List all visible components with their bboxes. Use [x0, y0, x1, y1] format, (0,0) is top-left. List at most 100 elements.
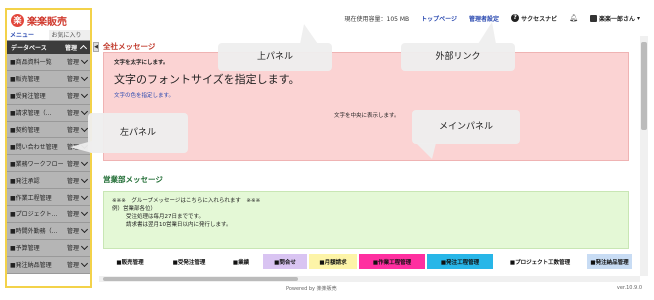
chevron-down-icon[interactable]: [80, 209, 89, 217]
nav-button[interactable]: ■受発注管理: [159, 254, 219, 269]
success-navi-label: サクセスナビ: [521, 15, 558, 23]
nav-button[interactable]: ■発注工程管理: [427, 254, 493, 269]
chevron-down-icon[interactable]: [80, 158, 89, 166]
sidebar-item-label: ■時間外勤務（…: [10, 228, 58, 236]
sidebar-item-label: ■契約管理: [10, 127, 40, 134]
sidebar-item-label: ■請求管理（…: [10, 110, 52, 118]
manage-link[interactable]: 管理: [67, 74, 79, 83]
manage-link[interactable]: 管理: [67, 125, 79, 134]
sidebar-item[interactable]: ■予算管理 管理: [7, 239, 90, 257]
chevron-down-icon[interactable]: [80, 74, 89, 82]
chevron-down-icon[interactable]: [80, 192, 89, 200]
sidebar-item[interactable]: ■業務ワークフロー 管理: [7, 155, 90, 173]
manage-link[interactable]: 管理: [67, 209, 79, 218]
vertical-scroll-thumb[interactable]: [641, 42, 647, 130]
bottom-nav: ■販売管理 ■受発注管理 ■業績 ■問合せ ■月額請求 ■作業工程管理 ■発注工…: [103, 254, 632, 269]
sidebar-item[interactable]: ■発注納品管理 管理: [7, 256, 90, 274]
manage-link[interactable]: 管理: [67, 226, 79, 235]
nav-button[interactable]: ■プロジェクト工数管理: [495, 254, 585, 269]
user-menu[interactable]: 楽楽一郎さん ▾: [589, 14, 640, 23]
app-logo[interactable]: 楽 楽楽販売: [7, 10, 90, 30]
success-navi-link[interactable]: ? サクセスナビ: [511, 14, 557, 23]
company-message-centered: 文字を中央に表示します。: [334, 113, 400, 119]
chevron-down-icon[interactable]: [80, 243, 89, 251]
sidebar-item[interactable]: ■販売管理 管理: [7, 70, 90, 88]
sidebar-item[interactable]: ■商品資料一覧 管理: [7, 54, 90, 71]
sales-message-line: 例）営業部各位）: [112, 206, 157, 212]
nav-button[interactable]: ■業績: [221, 254, 261, 269]
horizontal-scroll-thumb[interactable]: [103, 277, 298, 281]
storage-usage: 現在使用容量：105 MB: [344, 15, 410, 23]
sidebar-item-label: ■発注承認: [10, 177, 40, 185]
callout-top-panel: 上パネル: [218, 43, 332, 71]
chevron-down-icon[interactable]: [80, 108, 89, 116]
sidebar-item[interactable]: ■受発注管理 管理: [7, 87, 90, 105]
chevron-down-icon[interactable]: [80, 91, 89, 99]
chevron-down-icon[interactable]: [80, 175, 89, 183]
sidebar-item[interactable]: ■発注承認 管理: [7, 172, 90, 190]
callout-left-panel: 左パネル: [88, 113, 188, 153]
chevron-down-icon[interactable]: [80, 124, 89, 133]
sidebar-item[interactable]: ■時間外勤務（… 管理: [7, 222, 90, 240]
callout-tail: [478, 22, 496, 44]
manage-link[interactable]: 管理: [67, 57, 79, 66]
company-message-colored: 文字の色を指定します。: [114, 93, 174, 99]
powered-by: Powered by 楽楽販売: [286, 286, 337, 292]
top-page-link[interactable]: トップページ: [421, 14, 457, 23]
database-header[interactable]: データベース 管理: [7, 41, 90, 54]
sidebar-item-label: ■作業工程管理: [10, 194, 52, 202]
logo-text: 楽楽販売: [27, 16, 67, 28]
sidebar-item[interactable]: ■作業工程管理 管理: [7, 189, 90, 207]
callout-main-panel: メインパネル: [412, 110, 520, 144]
page: { "topbar": { "usage": "現在使用容量：105 MB", …: [0, 0, 654, 300]
manage-link[interactable]: 管理: [67, 193, 79, 202]
footer: Powered by 楽楽販売 ver.10.9.0: [96, 284, 650, 294]
sales-message-line: 受注処理は毎月27日までです。: [126, 214, 204, 220]
sales-message-line: 請求書は翌月10営業日以内に発行します。: [126, 222, 232, 228]
top-panel: 現在使用容量：105 MB トップページ 管理者設定 ? サクセスナビ 🔔︎ 楽…: [96, 6, 650, 30]
nav-button[interactable]: ■月額請求: [309, 254, 357, 269]
company-message-bold: 文字を太字にします。: [114, 60, 169, 66]
nav-button[interactable]: ■問合せ: [263, 254, 307, 269]
sidebar-item-label: ■受発注管理: [10, 93, 46, 101]
manage-link[interactable]: 管理: [67, 159, 79, 168]
manage-link[interactable]: 管理: [67, 260, 79, 269]
chevron-down-icon[interactable]: [80, 226, 89, 234]
nav-button[interactable]: ■販売管理: [103, 254, 157, 269]
sidebar-item-label: ■問い合わせ管理: [10, 143, 58, 151]
sales-message-box: ※※※ グループメッセージはこちらに入れられます ※※※ 例）営業部各位） 受注…: [103, 191, 629, 249]
sidebar-tabs: メニュー お気に入り: [7, 30, 90, 41]
sidebar-item[interactable]: ■プロジェクト… 管理: [7, 206, 90, 223]
manage-link[interactable]: 管理: [67, 91, 79, 100]
nav-button[interactable]: ■発注納品管理: [587, 254, 632, 269]
bell-icon[interactable]: 🔔︎: [569, 14, 578, 22]
chevron-up-icon[interactable]: [79, 44, 88, 53]
database-header-label: データベース: [11, 45, 47, 52]
sidebar-item-label: ■予算管理: [10, 245, 40, 253]
tab-favorites[interactable]: お気に入り: [48, 30, 90, 40]
database-header-kanri[interactable]: 管理: [65, 43, 77, 52]
sidebar-item-label: ■業務ワークフロー: [10, 160, 64, 168]
manage-link[interactable]: 管理: [67, 243, 79, 252]
callout-external-link: 外部リンク: [401, 43, 515, 71]
sidebar-item[interactable]: ■契約管理 管理: [7, 121, 90, 139]
tab-menu[interactable]: メニュー: [7, 30, 49, 40]
main-panel: 全社メッセージ 文字を太字にします。 文字のフォントサイズを指定します。 文字の…: [99, 36, 640, 276]
callout-tail: [416, 143, 436, 159]
manage-link[interactable]: 管理: [67, 176, 79, 185]
logo-mark: 楽: [11, 13, 24, 27]
sidebar-menu-list: ■商品資料一覧 管理 ■販売管理 管理 ■受発注管理 管理 ■請求管理（… 管理 ■契約…: [7, 54, 90, 274]
sales-message-line: ※※※ グループメッセージはこちらに入れられます ※※※: [112, 198, 261, 204]
sidebar-item-label: ■プロジェクト…: [10, 211, 58, 219]
sidebar-item[interactable]: ■請求管理（… 管理: [7, 104, 90, 122]
question-icon: ?: [511, 14, 520, 22]
company-message-title: 全社メッセージ: [103, 42, 156, 51]
nav-button[interactable]: ■作業工程管理: [359, 254, 425, 269]
manage-link[interactable]: 管理: [67, 108, 79, 117]
user-icon: [589, 14, 597, 22]
chevron-down-icon[interactable]: [80, 260, 89, 268]
user-name: 楽楽一郎さん: [598, 15, 635, 23]
chevron-down-icon[interactable]: [80, 57, 89, 65]
caret-down-icon: ▾: [636, 14, 640, 22]
callout-tail: [300, 24, 318, 44]
